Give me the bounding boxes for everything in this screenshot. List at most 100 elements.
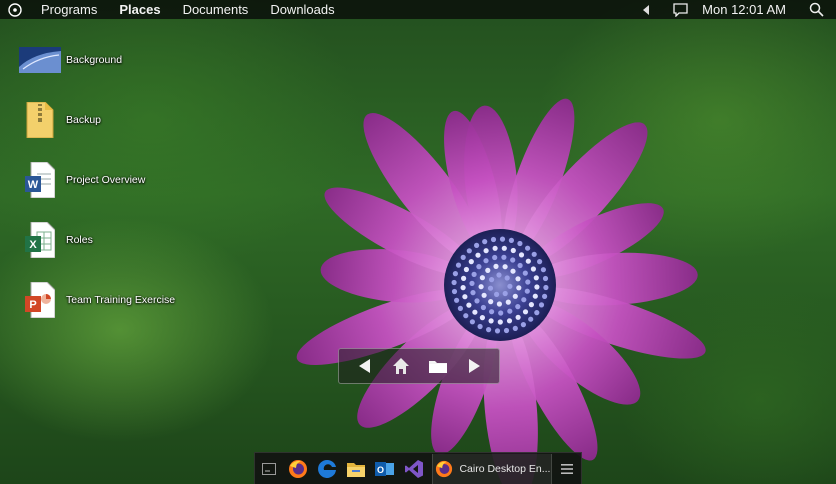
action-center-icon[interactable] [666, 0, 694, 19]
zip-folder-icon [18, 100, 62, 140]
flower-center-dot [474, 298, 480, 304]
flower-center-dot [522, 309, 529, 315]
flower-center-dot [479, 275, 485, 281]
flower-center-dot [505, 299, 511, 305]
flower-center-dot [469, 319, 475, 325]
visual-studio-icon[interactable] [400, 454, 429, 484]
flower-center-dot [524, 288, 530, 294]
home-icon[interactable] [386, 351, 416, 381]
excel-spreadsheet-icon: X [18, 220, 62, 260]
flower-center-dot [482, 239, 488, 245]
flower-center-dot [522, 270, 528, 276]
outlook-icon[interactable]: O [371, 454, 400, 484]
flower-center-dot [531, 251, 537, 257]
file-explorer-icon[interactable] [342, 454, 371, 484]
flower-center-dot [486, 327, 492, 333]
flower-center-dot [502, 264, 508, 270]
desktop-icon-project-overview[interactable]: W Project Overview [18, 158, 145, 202]
back-arrow-icon[interactable] [349, 351, 379, 381]
flower-center-dot [471, 271, 477, 277]
system-tray: Mon 12:01 AM [632, 0, 836, 19]
firefox-icon[interactable] [284, 454, 313, 484]
desktop-icon-roles[interactable]: X Roles [18, 218, 93, 262]
flower-center-dot [455, 262, 462, 268]
flower-center-dot [488, 299, 494, 305]
flower-center-dot [512, 293, 518, 299]
flower-center-dot [461, 275, 467, 281]
folder-icon[interactable] [423, 351, 453, 381]
clock[interactable]: Mon 12:01 AM [694, 0, 802, 19]
flower-center-dot [501, 254, 507, 260]
flower-center-dot [472, 309, 478, 315]
flower-center-dot [492, 245, 498, 251]
desktop-icon-label: Project Overview [66, 174, 146, 186]
flower-center-dot [507, 308, 513, 314]
flower-center-dot [498, 310, 504, 316]
flower-center-dot [487, 285, 494, 291]
flower-center-dot [489, 277, 495, 283]
flower-center-dot [510, 257, 516, 263]
flower-center-dot [504, 275, 510, 281]
flower-center-dot [468, 259, 474, 265]
desktop-icon-label: Team Training Exercise [66, 294, 176, 306]
flower-center-dot [490, 236, 497, 243]
taskbar-task-firefox[interactable]: Cairo Desktop En... [432, 453, 553, 484]
forward-arrow-icon[interactable] [460, 351, 490, 381]
desktop-navigation-bar [338, 348, 500, 384]
flower-center-dot [463, 266, 469, 273]
chevron-left-icon[interactable] [632, 0, 660, 19]
flower-center-dot [497, 319, 503, 325]
flower-center-dot [525, 245, 531, 251]
flower-center-dot [540, 267, 546, 273]
flower-center-dot [452, 271, 458, 277]
menu-downloads[interactable]: Downloads [259, 0, 345, 19]
task-label: Cairo Desktop En... [459, 462, 551, 475]
desktop-icon-backup[interactable]: Backup [18, 98, 101, 142]
powerpoint-icon: P [18, 280, 62, 320]
top-menu-bar: Programs Places Documents Downloads Mon … [0, 0, 836, 19]
flower-center-dot [488, 318, 494, 324]
desktop-icon-team-training-exercise[interactable]: P Team Training Exercise [18, 278, 175, 322]
flower-center-dot [534, 310, 540, 316]
flower-center-dot [476, 264, 482, 270]
flower-center-dot [460, 254, 466, 260]
flower-center-dot [462, 294, 468, 300]
flower-center-dot [466, 302, 472, 308]
flower-center-dot [466, 248, 472, 254]
cairo-logo-icon[interactable] [0, 0, 30, 19]
menu-programs[interactable]: Programs [30, 0, 108, 19]
flower-center-dot [479, 315, 485, 321]
flower-center-dot [542, 275, 549, 282]
flower-image [296, 98, 706, 484]
menu-documents[interactable]: Documents [172, 0, 260, 19]
flower-center-dot [494, 291, 500, 297]
search-icon[interactable] [802, 0, 830, 19]
flower-center-dot [525, 258, 531, 264]
flower-center-dot [543, 284, 549, 291]
flower-center-dot [503, 327, 510, 334]
flower-center-dot [475, 252, 481, 258]
svg-text:X: X [29, 239, 37, 251]
edge-icon[interactable] [313, 454, 342, 484]
word-document-icon: W [18, 160, 62, 200]
flower-center-dot [516, 285, 522, 291]
flower-center-dot [493, 263, 499, 269]
flower-center-dot [485, 267, 491, 273]
flower-center-dot [496, 301, 502, 307]
taskbar: O Cairo Desktop En... [254, 452, 582, 484]
flower-center-dot [537, 259, 543, 265]
flower-center-dot [528, 316, 534, 322]
menu-places[interactable]: Places [108, 0, 171, 19]
flower-center-dot [538, 302, 545, 308]
show-desktop-icon[interactable] [255, 454, 284, 484]
flower-center-dot [480, 304, 486, 311]
flower-center-dot [533, 275, 539, 281]
flower-center-dot [534, 284, 540, 290]
desktop-icon-background[interactable]: Background [18, 38, 122, 82]
flower-center-dot [510, 268, 516, 274]
hamburger-menu-icon[interactable] [552, 454, 581, 484]
flower-center-dot [521, 297, 527, 303]
svg-text:P: P [29, 299, 36, 311]
flower-center-dot [451, 288, 458, 295]
flower-center-dot [530, 266, 536, 272]
